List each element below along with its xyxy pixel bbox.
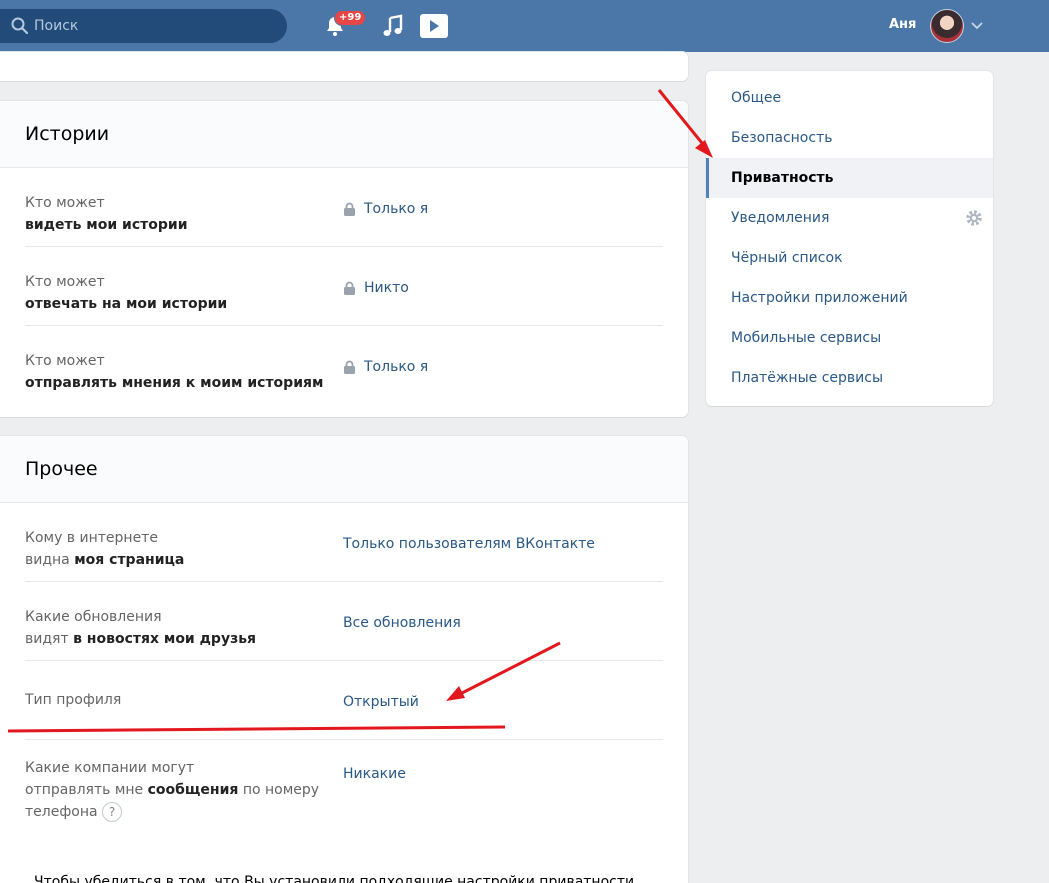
notification-badge: +99 (334, 10, 367, 26)
lock-icon (344, 202, 355, 216)
other-section: Прочее Кому в интернете видна моя страни… (0, 436, 688, 883)
menu-item-app-settings[interactable]: Настройки приложений (706, 278, 993, 318)
setting-label-bold: в новостях мои друзья (73, 631, 257, 647)
menu-item-privacy[interactable]: Приватность (706, 158, 993, 198)
section-title: Прочее (0, 436, 688, 503)
user-name[interactable]: Аня (889, 17, 916, 32)
setting-question: Кто может видеть мои истории (25, 192, 325, 236)
setting-label: Кому в интернете (25, 530, 158, 546)
help-icon[interactable]: ? (102, 802, 123, 822)
setting-label: Какие компании могут (25, 760, 195, 776)
setting-row-profile-type: Тип профиля Открытый (25, 661, 663, 740)
setting-question: Кто может отвечать на мои истории (25, 271, 325, 315)
lock-icon (344, 360, 355, 374)
setting-value[interactable]: Никто (343, 280, 409, 296)
setting-label-bold: отвечать на мои истории (25, 296, 228, 312)
chevron-down-icon[interactable] (971, 22, 983, 30)
setting-label: Кто может (25, 195, 105, 211)
setting-label-bold: моя страница (74, 552, 185, 568)
setting-question: Кому в интернете видна моя страница (25, 527, 325, 571)
menu-item-blacklist[interactable]: Чёрный список (706, 238, 993, 278)
setting-value-text[interactable]: Все обновления (343, 615, 461, 631)
avatar[interactable] (930, 9, 964, 43)
setting-value-text[interactable]: Никакие (343, 766, 406, 782)
stories-section: Истории Кто может видеть мои истории Тол… (0, 101, 688, 417)
section-title: Истории (0, 101, 688, 168)
menu-item-payment-services[interactable]: Платёжные сервисы (706, 358, 993, 398)
setting-label: отправлять мне (25, 782, 148, 798)
setting-row: Кто может отправлять мнения к моим истор… (25, 326, 663, 405)
setting-question: Кто может отправлять мнения к моим истор… (25, 350, 325, 394)
previous-section-panel (0, 52, 688, 81)
setting-label: Кто может (25, 353, 105, 369)
setting-label: видна (25, 552, 75, 568)
setting-label: Тип профиля (25, 692, 122, 708)
setting-value-text[interactable]: Только пользователям ВКонтакте (343, 536, 595, 552)
settings-menu: Общее Безопасность Приватность Уведомлен… (706, 71, 993, 406)
gear-icon[interactable] (965, 209, 983, 227)
privacy-footnote: Чтобы убедиться в том, что Вы установили… (34, 874, 639, 883)
search-box[interactable] (0, 9, 287, 43)
setting-value[interactable]: Только пользователям ВКонтакте (343, 536, 595, 552)
menu-item-general[interactable]: Общее (706, 78, 993, 118)
setting-value[interactable]: Только я (343, 359, 428, 375)
setting-label: по номеру (238, 782, 320, 798)
setting-row: Кто может видеть мои истории Только я (25, 168, 663, 247)
menu-item-security[interactable]: Безопасность (706, 118, 993, 158)
setting-label-bold: отправлять мнения к моим историям (25, 375, 324, 391)
setting-label: телефона (25, 804, 98, 820)
setting-value[interactable]: Никакие (343, 766, 406, 782)
setting-value[interactable]: Все обновления (343, 615, 461, 631)
setting-label: Кто может (25, 274, 105, 290)
music-icon[interactable] (381, 14, 405, 38)
setting-row: Кому в интернете видна моя страница Толь… (25, 503, 663, 582)
setting-value-text[interactable]: Открытый (343, 694, 419, 710)
menu-item-mobile-services[interactable]: Мобильные сервисы (706, 318, 993, 358)
setting-question: Какие компании могут отправлять мне сооб… (25, 757, 325, 823)
menu-item-label: Уведомления (731, 210, 830, 226)
setting-row: Какие обновления видят в новостях мои др… (25, 582, 663, 661)
search-icon (11, 17, 29, 35)
setting-value-text[interactable]: Только я (364, 359, 428, 375)
setting-row: Кто может отвечать на мои истории Никто (25, 247, 663, 326)
setting-label: Какие обновления (25, 609, 162, 625)
setting-row: Какие компании могут отправлять мне сооб… (25, 740, 663, 848)
menu-item-notifications[interactable]: Уведомления (706, 198, 993, 238)
setting-value[interactable]: Открытый (343, 694, 419, 710)
video-icon[interactable] (419, 13, 449, 39)
setting-value-text[interactable]: Никто (364, 280, 409, 296)
setting-label: видят (25, 631, 74, 647)
setting-question: Тип профиля (25, 689, 325, 711)
lock-icon (344, 281, 355, 295)
setting-value-text[interactable]: Только я (364, 201, 428, 217)
setting-value[interactable]: Только я (343, 201, 428, 217)
search-input[interactable] (34, 18, 274, 34)
setting-label-bold: сообщения (147, 782, 239, 798)
setting-label-bold: видеть мои истории (25, 217, 188, 233)
top-bar: +99 Аня (0, 0, 1049, 52)
setting-question: Какие обновления видят в новостях мои др… (25, 606, 325, 650)
